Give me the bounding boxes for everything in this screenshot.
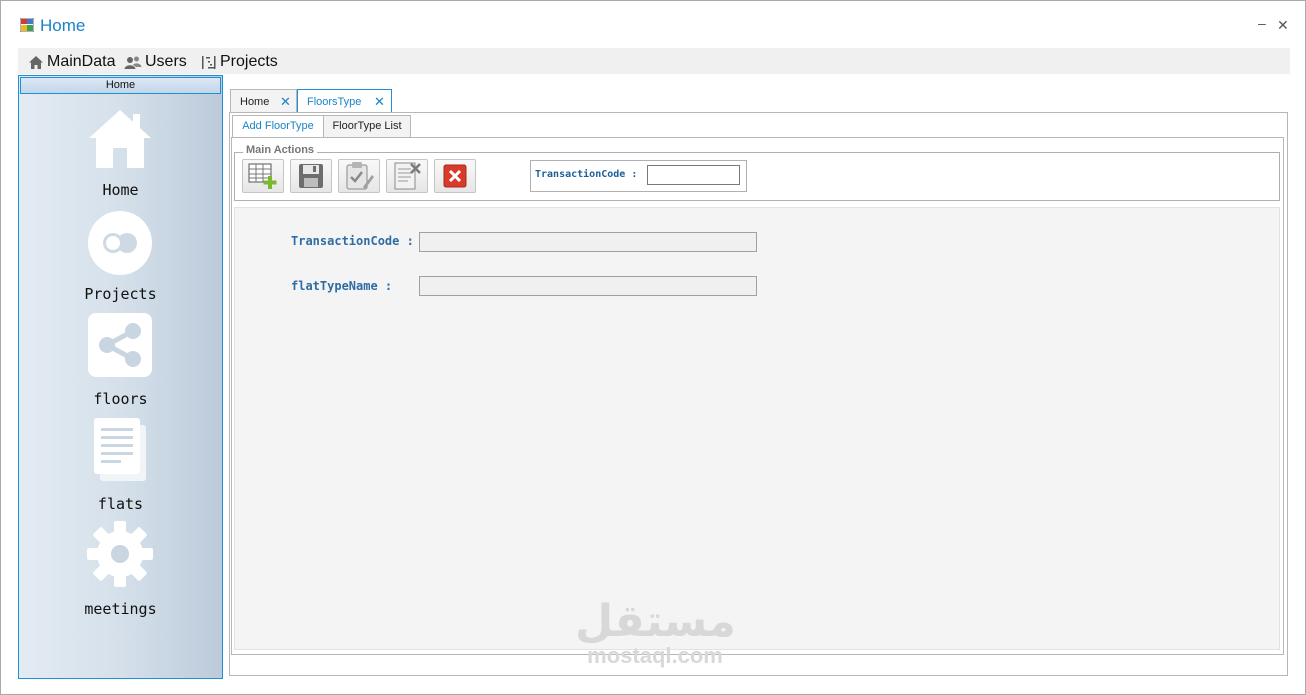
menu-users-label: Users bbox=[145, 53, 187, 70]
flat-type-name-field[interactable] bbox=[419, 276, 757, 296]
sidebar-item-projects-label: Projects bbox=[84, 285, 157, 303]
sidebar: Home Home Projects floors flats meetings bbox=[18, 75, 223, 679]
watermark: مستقل mostaql.com bbox=[575, 599, 735, 667]
share-icon bbox=[88, 313, 152, 377]
sidebar-item-floors-label: floors bbox=[93, 390, 148, 408]
add-button[interactable] bbox=[242, 159, 284, 193]
menu-maindata[interactable]: MainData bbox=[28, 52, 115, 72]
sidebar-item-home[interactable]: Home bbox=[19, 104, 222, 200]
transaction-code-label: TransactionCode : bbox=[535, 169, 638, 180]
app-icon bbox=[20, 18, 34, 32]
menu-projects-label: Projects bbox=[220, 53, 278, 70]
tab-home-close-icon[interactable]: ✕ bbox=[280, 94, 291, 110]
sidebar-item-home-label: Home bbox=[102, 181, 139, 199]
sidebar-item-meetings[interactable]: meetings bbox=[19, 521, 222, 618]
home-icon bbox=[29, 55, 43, 69]
main-actions-title: Main Actions bbox=[243, 144, 318, 156]
window-title: Home bbox=[40, 16, 86, 35]
transaction-code-field-label: TransactionCode : bbox=[291, 234, 414, 248]
delete-button[interactable] bbox=[386, 159, 428, 193]
tree-icon bbox=[202, 55, 216, 69]
tab-floorstype-close-icon[interactable]: ✕ bbox=[374, 94, 385, 110]
menu-bar: MainData Users Projects bbox=[18, 48, 1290, 74]
transaction-code-search-input[interactable] bbox=[647, 165, 740, 185]
app-window: Home – ✕ MainData Users Projects Home Ho… bbox=[0, 0, 1306, 695]
edit-button[interactable] bbox=[338, 159, 380, 193]
sidebar-item-meetings-label: meetings bbox=[84, 600, 157, 618]
tab-home[interactable]: Home ✕ bbox=[230, 89, 297, 113]
cancel-button[interactable] bbox=[434, 159, 476, 193]
minimize-button[interactable]: – bbox=[1258, 15, 1266, 31]
tab-floorstype[interactable]: FloorsType ✕ bbox=[297, 89, 392, 114]
save-button[interactable] bbox=[290, 159, 332, 193]
cancel-icon bbox=[443, 164, 467, 188]
sidebar-item-floors[interactable]: floors bbox=[19, 312, 222, 408]
house-icon bbox=[89, 110, 151, 168]
sidebar-item-projects[interactable]: Projects bbox=[19, 210, 222, 306]
menu-maindata-label: MainData bbox=[47, 53, 116, 70]
edit-clipboard-icon bbox=[346, 162, 374, 190]
flat-type-name-label: flatTypeName : bbox=[291, 279, 393, 293]
close-button[interactable]: ✕ bbox=[1277, 17, 1289, 34]
sidebar-item-flats-label: flats bbox=[97, 495, 144, 513]
delete-document-icon bbox=[394, 162, 421, 190]
tab-floorstype-label: FloorsType bbox=[307, 96, 362, 108]
menu-projects[interactable]: Projects bbox=[201, 52, 278, 72]
circles-icon bbox=[88, 211, 152, 275]
sidebar-header: Home bbox=[20, 77, 221, 94]
tab-add-floortype[interactable]: Add FloorType bbox=[232, 115, 324, 139]
transaction-code-field[interactable] bbox=[419, 232, 757, 252]
save-icon bbox=[299, 164, 323, 188]
users-icon bbox=[124, 56, 142, 69]
watermark-latin: mostaql.com bbox=[587, 643, 723, 668]
add-grid-icon bbox=[248, 163, 277, 189]
title-bar: Home – ✕ bbox=[1, 1, 1305, 47]
tab-floortype-list[interactable]: FloorType List bbox=[323, 115, 411, 138]
watermark-arabic: مستقل bbox=[575, 597, 736, 646]
menu-users[interactable]: Users bbox=[124, 52, 187, 72]
sidebar-item-flats[interactable]: flats bbox=[19, 416, 222, 513]
document-icon bbox=[94, 418, 146, 481]
tab-home-label: Home bbox=[240, 96, 270, 108]
gear-icon bbox=[87, 521, 153, 587]
form-area bbox=[234, 207, 1280, 650]
